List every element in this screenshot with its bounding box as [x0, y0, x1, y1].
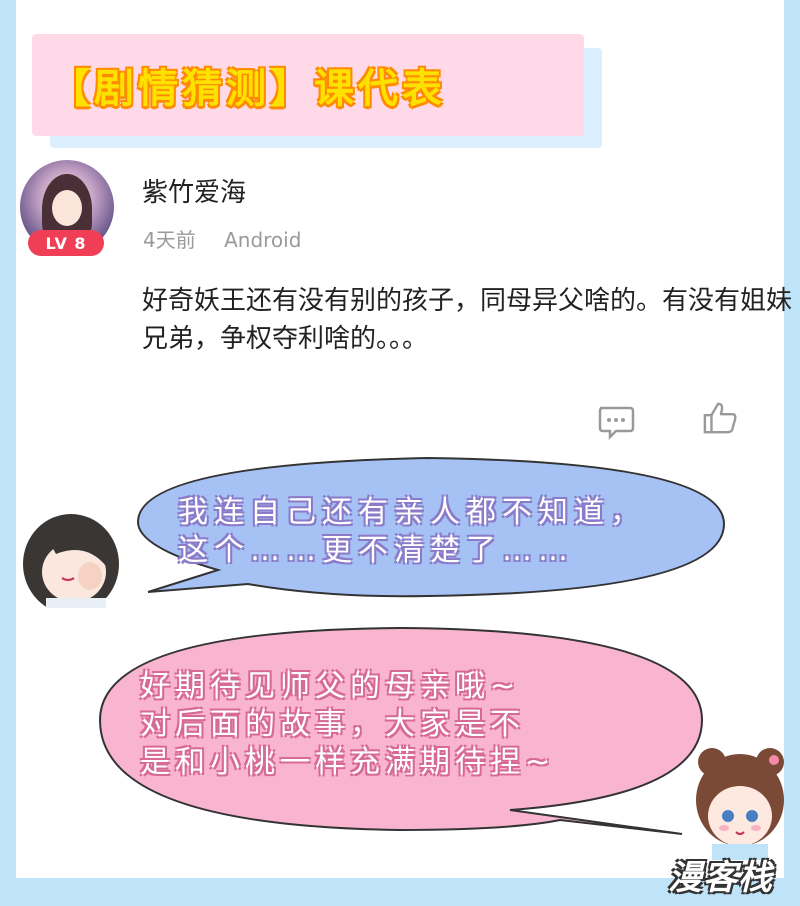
pink-bubble-line1: 好期待见师父的母亲哦~	[140, 669, 521, 704]
title-banner: 【剧情猜测】课代表	[32, 34, 584, 136]
username[interactable]: 紫竹爱海	[142, 172, 246, 209]
character-right-avatar	[690, 740, 790, 860]
post-platform: Android	[224, 228, 302, 252]
character-left-avatar	[16, 506, 120, 608]
blue-bubble-line1: 我连自己还有亲人都不知道，	[178, 495, 646, 530]
post-time: 4天前	[143, 228, 196, 252]
comment-text: 好奇妖王还有没有别的孩子，同母异父啥的。有没有姐妹兄弟，争权夺利啥的。。。	[142, 286, 793, 354]
blue-bubble-line2: 这个……更不清楚了……	[178, 533, 574, 568]
pink-bubble-line2: 对后面的故事，大家是不	[140, 707, 525, 742]
pink-bubble-line3: 是和小桃一样充满期待捏~	[140, 745, 556, 780]
comment-icon[interactable]	[596, 404, 636, 440]
page-title: 【剧情猜测】课代表	[50, 66, 446, 112]
level-badge: LV 8	[28, 230, 104, 256]
watermark-logo: 漫客栈	[668, 858, 773, 898]
post-meta: 4天前 Android	[143, 224, 323, 253]
avatar-face	[52, 190, 82, 226]
thumbs-up-icon[interactable]	[700, 400, 740, 436]
